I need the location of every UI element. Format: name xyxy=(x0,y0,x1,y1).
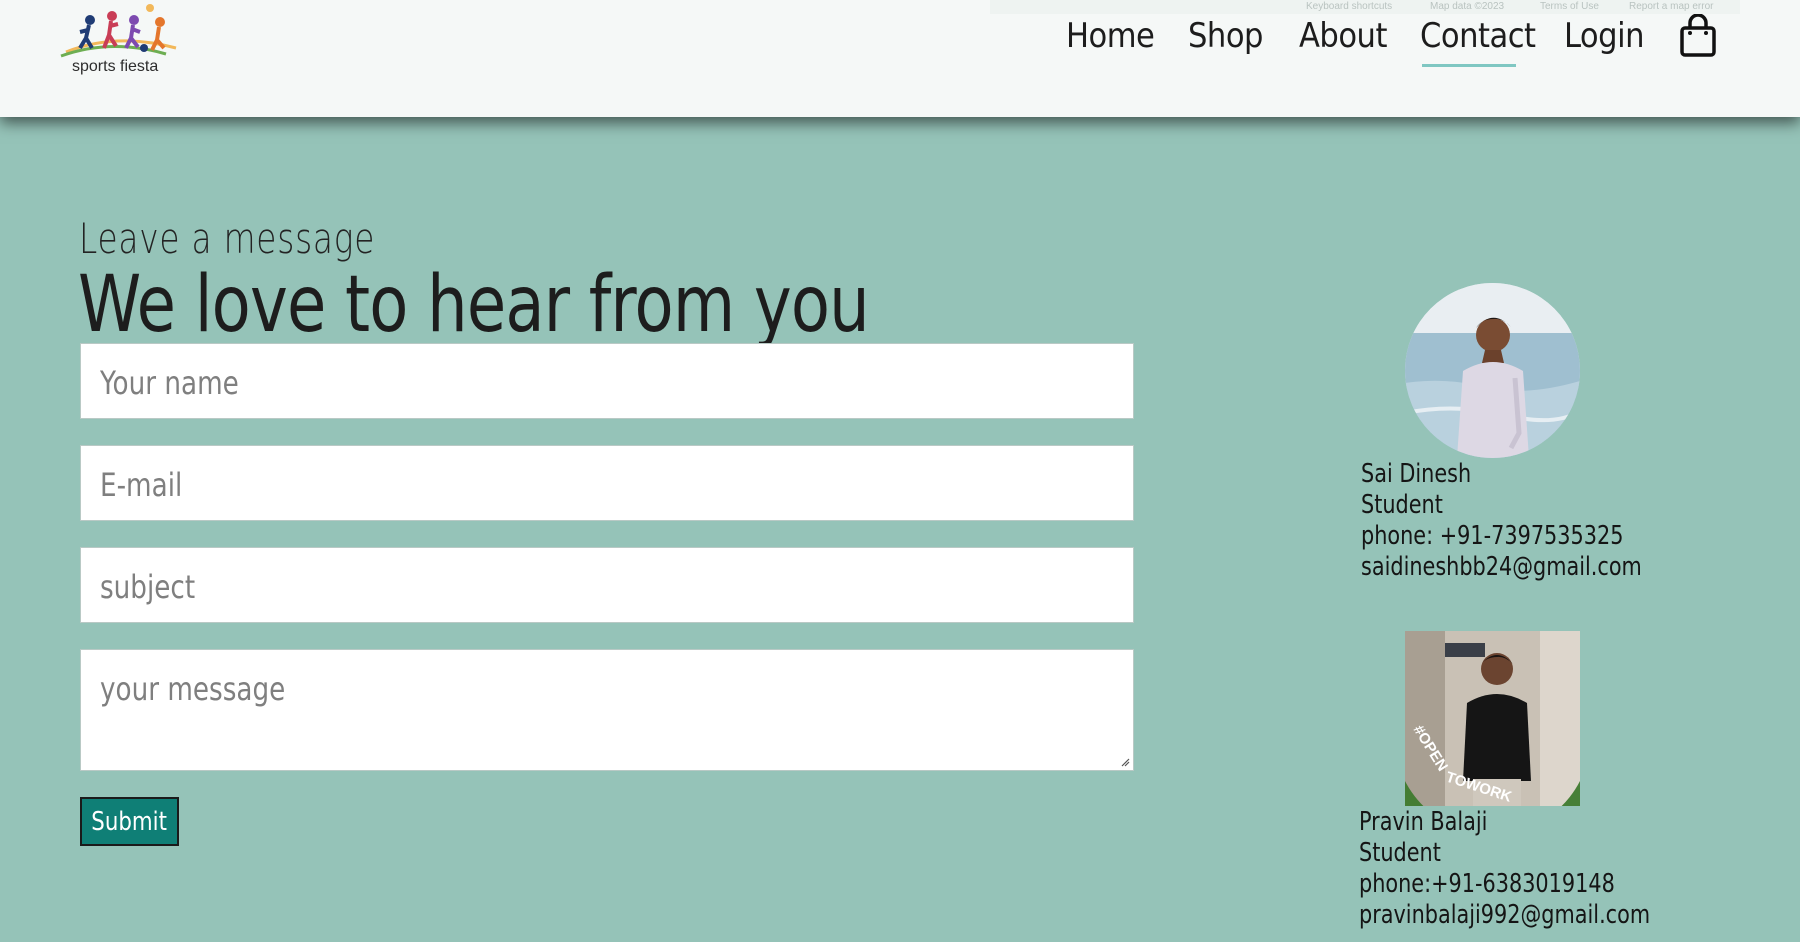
name-input[interactable]: Your name xyxy=(80,343,1134,419)
map-data-label: Map data ©2023 xyxy=(1430,1,1505,12)
site-header: Keyboard shortcuts Map data ©2023 Terms … xyxy=(0,0,1800,117)
resize-handle-icon[interactable] xyxy=(1120,757,1130,767)
contact-card-pravin: Pravin Balaji Student phone:+91-63830191… xyxy=(1359,807,1723,931)
form-kicker: Leave a message xyxy=(79,214,376,263)
subject-input[interactable]: subject xyxy=(80,547,1134,623)
nav-login[interactable]: Login xyxy=(1564,16,1644,56)
contact-name: Sai Dinesh xyxy=(1361,459,1472,489)
contact-email[interactable]: saidineshbb24@gmail.com xyxy=(1361,552,1642,583)
name-placeholder: Your name xyxy=(100,364,239,402)
nav-home[interactable]: Home xyxy=(1066,16,1155,56)
contact-phone[interactable]: phone: +91-7397535325 xyxy=(1361,521,1642,552)
contact-name: Pravin Balaji xyxy=(1359,807,1488,837)
contact-email[interactable]: pravinbalaji992@gmail.com xyxy=(1359,900,1650,931)
page-title: We love to hear from you xyxy=(78,260,870,350)
subject-placeholder: subject xyxy=(100,568,196,606)
nav-about[interactable]: About xyxy=(1299,16,1387,56)
email-placeholder: E-mail xyxy=(100,466,183,504)
email-input[interactable]: E-mail xyxy=(80,445,1134,521)
avatar-pravin-balaji: #OPEN TOWORK xyxy=(1405,631,1580,806)
message-placeholder: your message xyxy=(100,670,286,708)
map-attribution-strip: Keyboard shortcuts Map data ©2023 Terms … xyxy=(990,0,1740,14)
nav-contact[interactable]: Contact xyxy=(1420,16,1536,67)
map-shortcuts-link[interactable]: Keyboard shortcuts xyxy=(1306,1,1392,12)
map-terms-link[interactable]: Terms of Use xyxy=(1540,1,1599,12)
shopping-bag-icon[interactable] xyxy=(1679,14,1717,58)
contact-card-sai: Sai Dinesh Student phone: +91-7397535325… xyxy=(1361,459,1712,583)
contact-role: Student xyxy=(1361,490,1443,520)
submit-button[interactable]: Submit xyxy=(80,797,179,846)
map-report-link[interactable]: Report a map error xyxy=(1629,1,1713,12)
message-textarea[interactable]: your message xyxy=(80,649,1134,771)
contact-role: Student xyxy=(1359,838,1441,868)
avatar-sai-dinesh xyxy=(1405,283,1580,458)
logo-text: sports fiesta xyxy=(72,58,159,75)
nav-shop[interactable]: Shop xyxy=(1188,16,1263,56)
contact-phone[interactable]: phone:+91-6383019148 xyxy=(1359,869,1650,900)
